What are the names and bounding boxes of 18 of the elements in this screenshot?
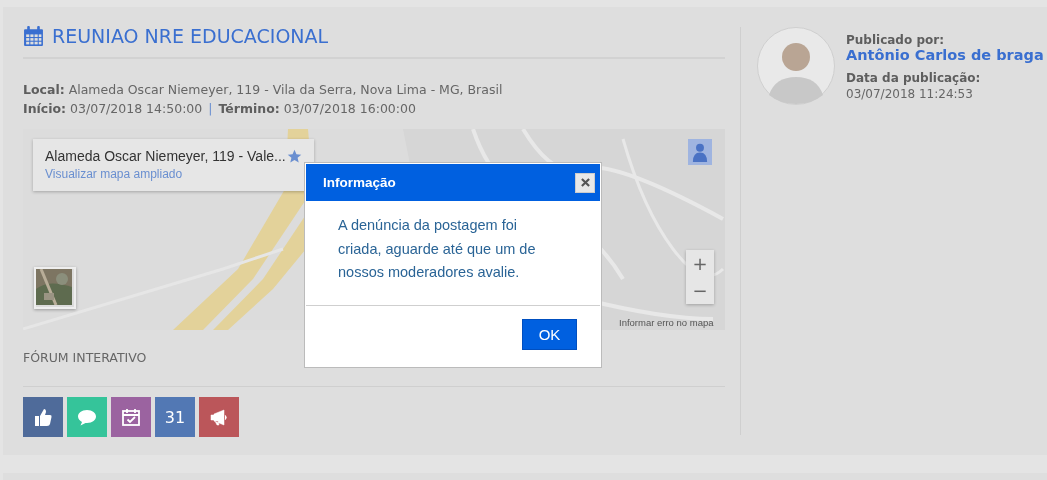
field-label: Data da publicação: [846,71,982,85]
thumbs-up-icon [33,407,53,427]
detail-text: Término: 03/07/2018 16:00:00 [218,100,416,118]
publication-date: 03/07/2018 11:24:53 [846,87,974,101]
speech-bubble-icon [77,407,97,427]
field-label: Publicado por: [846,33,945,47]
calendar-icon [23,25,44,47]
like-button[interactable] [23,397,63,437]
announce-button[interactable] [199,397,239,437]
author-link[interactable]: Antônio Carlos de braga [846,47,1044,63]
megaphone-icon [209,407,229,427]
detail-text: Local: Alameda Oscar Niemeyer, 119 - Vila da Serra, Nova Lima - MG, Brasil [23,81,503,99]
separator-text: | [208,100,213,118]
count-button[interactable]: 31 [155,397,195,437]
event-title: REUNIAO NRE EDUCACIONAL [52,25,329,47]
detail-text: Início: 03/07/2018 14:50:00 [23,100,203,118]
calendar-button[interactable] [111,397,151,437]
calendar-check-icon [121,407,141,427]
